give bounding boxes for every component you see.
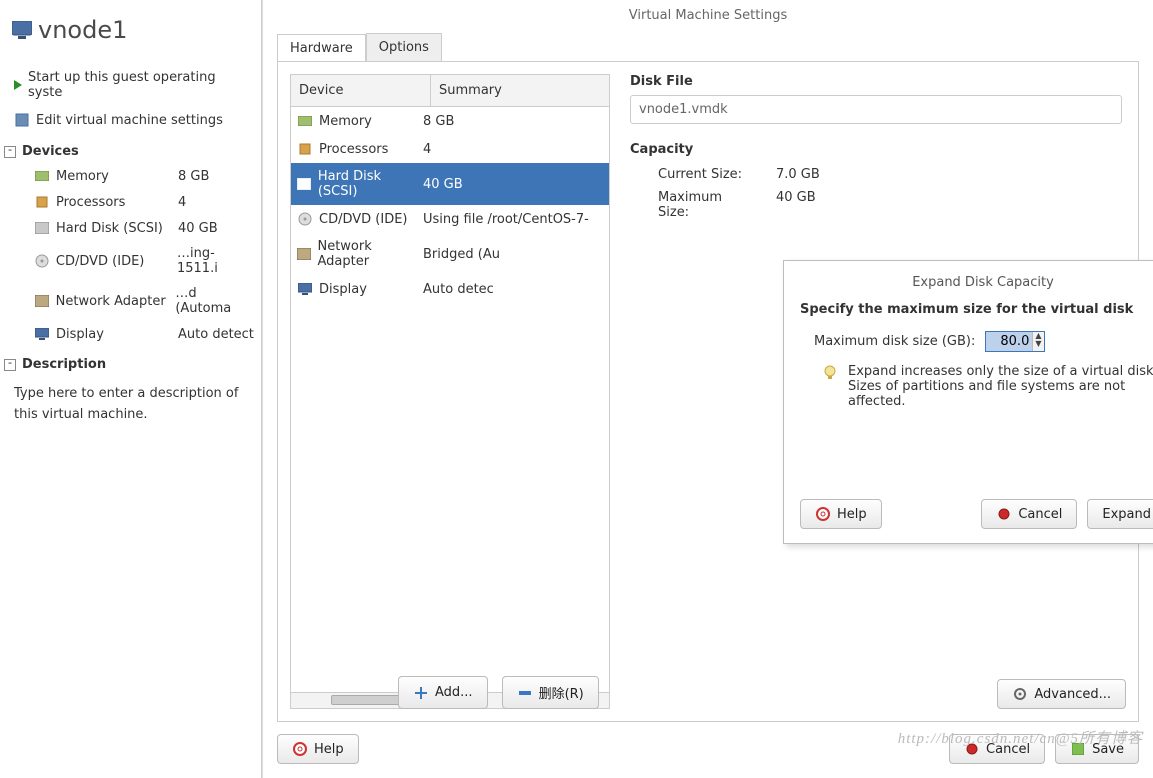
expand-dialog-title: Expand Disk Capacity (800, 275, 1153, 302)
description-section-header[interactable]: - Description (0, 347, 261, 376)
current-size-value: 7.0 GB (776, 167, 820, 182)
cpu-icon (34, 194, 50, 210)
collapse-icon[interactable]: - (4, 146, 16, 158)
play-icon (14, 80, 22, 90)
capacity-label: Capacity (630, 142, 1122, 163)
expand-disk-dialog: Expand Disk Capacity Specify the maximum… (783, 260, 1153, 544)
device-row-processors[interactable]: Processors 4 (0, 189, 261, 215)
save-icon (1070, 741, 1086, 757)
column-summary[interactable]: Summary (431, 75, 609, 106)
cpu-icon (297, 141, 313, 157)
expand-cancel-button[interactable]: Cancel (981, 499, 1077, 529)
device-row-network[interactable]: Network Adapter …d (Automa (0, 281, 261, 321)
expand-hint-text: Expand increases only the size of a virt… (848, 364, 1153, 409)
max-disk-size-label: Maximum disk size (GB): (814, 334, 975, 349)
stop-icon (964, 741, 980, 757)
hw-row-memory[interactable]: Memory 8 GB (291, 107, 609, 135)
display-icon (34, 326, 50, 342)
settings-dialog: Virtual Machine Settings Hardware Option… (262, 0, 1153, 778)
device-row-hdd[interactable]: Hard Disk (SCSI) 40 GB (0, 215, 261, 241)
max-size-value: 40 GB (776, 190, 816, 220)
network-icon (34, 293, 50, 309)
lifebuoy-icon (292, 741, 308, 757)
devices-label: Devices (22, 144, 79, 159)
start-vm-action[interactable]: Start up this guest operating syste (0, 64, 261, 106)
device-row-display[interactable]: Display Auto detect (0, 321, 261, 347)
devices-section-header[interactable]: - Devices (0, 134, 261, 163)
remove-hardware-button[interactable]: 删除(R) (502, 676, 599, 709)
wrench-icon (14, 112, 30, 128)
hw-row-network[interactable]: Network Adapter Bridged (Au (291, 233, 609, 275)
start-vm-label: Start up this guest operating syste (28, 70, 247, 100)
max-size-label: Maximum Size: (630, 190, 750, 220)
memory-icon (297, 113, 313, 129)
minus-icon (517, 685, 533, 701)
hardware-list-header: Device Summary (291, 75, 609, 107)
dialog-cancel-button[interactable]: Cancel (949, 734, 1045, 764)
max-disk-size-input[interactable] (986, 332, 1032, 351)
current-size-label: Current Size: (630, 167, 750, 182)
edit-settings-label: Edit virtual machine settings (36, 113, 223, 128)
spin-down-button[interactable]: ▼ (1033, 340, 1043, 348)
dialog-save-button[interactable]: Save (1055, 734, 1139, 764)
add-hardware-button[interactable]: Add... (398, 676, 488, 709)
disc-icon (297, 211, 313, 227)
dialog-help-button[interactable]: Help (277, 734, 359, 764)
disc-icon (34, 253, 50, 269)
disk-file-label: Disk File (630, 74, 1122, 95)
expand-confirm-button[interactable]: Expand (1087, 499, 1153, 529)
tab-options[interactable]: Options (366, 33, 442, 61)
hw-row-processors[interactable]: Processors 4 (291, 135, 609, 163)
lifebuoy-icon (815, 506, 831, 522)
display-icon (297, 281, 313, 297)
hardware-footer-buttons: Add... 删除(R) (398, 676, 599, 709)
plus-icon (413, 685, 429, 701)
hw-row-display[interactable]: Display Auto detec (291, 275, 609, 303)
hdd-icon (297, 176, 312, 192)
hardware-list: Device Summary Memory 8 GB Processors 4 … (290, 74, 610, 709)
dialog-title: Virtual Machine Settings (263, 0, 1153, 33)
description-label: Description (22, 357, 106, 372)
hw-row-cddvd[interactable]: CD/DVD (IDE) Using file /root/CentOS-7- (291, 205, 609, 233)
monitor-icon (14, 22, 30, 38)
dialog-footer: Help Cancel Save (263, 722, 1153, 778)
column-device[interactable]: Device (291, 75, 431, 106)
device-row-memory[interactable]: Memory 8 GB (0, 163, 261, 189)
disk-file-input[interactable]: vnode1.vmdk (630, 95, 1122, 124)
network-icon (297, 246, 311, 262)
edit-settings-action[interactable]: Edit virtual machine settings (0, 106, 261, 134)
gear-icon (1012, 686, 1028, 702)
memory-icon (34, 168, 50, 184)
max-disk-size-spinbox[interactable]: ▲ ▼ (985, 331, 1044, 352)
tabs: Hardware Options (263, 33, 1153, 61)
hdd-icon (34, 220, 50, 236)
advanced-button[interactable]: Advanced... (997, 679, 1126, 709)
stop-icon (996, 506, 1012, 522)
device-row-cddvd[interactable]: CD/DVD (IDE) …ing-1511.i (0, 241, 261, 281)
collapse-icon[interactable]: - (4, 359, 16, 371)
vm-name: vnode1 (38, 16, 127, 44)
vm-title: vnode1 (0, 8, 261, 64)
hw-row-hdd[interactable]: Hard Disk (SCSI) 40 GB (291, 163, 609, 205)
expand-dialog-subtitle: Specify the maximum size for the virtual… (800, 302, 1153, 331)
description-text[interactable]: Type here to enter a description of this… (0, 376, 261, 434)
vm-sidebar: vnode1 Start up this guest operating sys… (0, 0, 262, 778)
expand-help-button[interactable]: Help (800, 499, 882, 529)
tab-hardware[interactable]: Hardware (277, 34, 366, 62)
lightbulb-icon (822, 364, 838, 380)
